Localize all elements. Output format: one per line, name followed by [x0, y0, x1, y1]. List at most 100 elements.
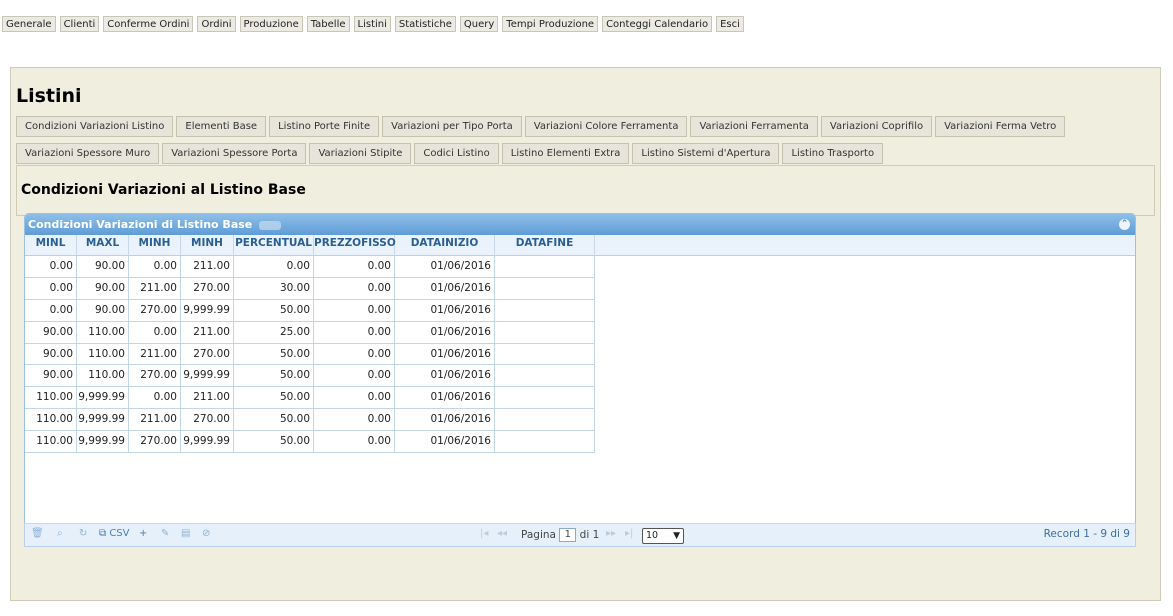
tab-variazioni-ferramenta[interactable]: Variazioni Ferramenta	[690, 116, 818, 137]
menu-item-esci[interactable]: Esci	[716, 16, 744, 32]
table-cell: 90.00	[25, 321, 77, 344]
table-row[interactable]: 110.00 9,999.99 211.00 270.00 50.00 0.00 01/06…	[25, 409, 1135, 432]
table-cell: 9,999.99	[77, 387, 129, 410]
menu-item-produzione[interactable]: Produzione	[239, 16, 303, 32]
tab-listino-trasporto[interactable]: Listino Trasporto	[782, 143, 884, 164]
table-cell: 0.00	[314, 343, 395, 366]
section-box: Condizioni Variazioni al Listino Base	[16, 165, 1155, 216]
table-cell: 01/06/2016	[395, 343, 495, 366]
grid-caption-text: Condizioni Variazioni di Listino Base	[28, 218, 253, 231]
tab-listino-porte-finite[interactable]: Listino Porte Finite	[269, 116, 380, 137]
prev-page-icon[interactable]: ◂◂	[497, 528, 507, 539]
column-header-minl[interactable]: MINL	[25, 235, 77, 256]
edit-icon[interactable]: ✎	[161, 528, 169, 539]
table-cell: 01/06/2016	[395, 409, 495, 432]
table-cell	[495, 256, 595, 278]
top-menu: Generale Clienti Conferme Ordini Ordini Prod…	[2, 16, 744, 32]
menu-item-tabelle[interactable]: Tabelle	[306, 16, 350, 32]
record-info: Record 1 - 9 di 9	[1043, 528, 1130, 540]
column-header-datafine[interactable]: DATAFINE	[495, 235, 595, 256]
chevron-down-icon: ▼	[673, 531, 680, 541]
table-cell	[495, 321, 595, 344]
table-cell: 211.00	[129, 343, 181, 366]
table-cell: 270.00	[129, 431, 181, 454]
first-page-icon[interactable]: |◂	[480, 528, 488, 539]
table-cell: 0.00	[129, 387, 181, 410]
tab-variazioni-stipite[interactable]: Variazioni Stipite	[309, 143, 412, 164]
tab-variazioni-ferma-vetro[interactable]: Variazioni Ferma Vetro	[935, 116, 1066, 137]
menu-item-listini[interactable]: Listini	[353, 16, 391, 32]
csv-export-button[interactable]: ⧉ CSV	[99, 528, 130, 539]
search-icon[interactable]: ⌕	[57, 528, 63, 539]
table-cell: 110.00	[77, 321, 129, 344]
column-header-prezzofisso[interactable]: PREZZOFISSO	[314, 235, 396, 256]
collapse-icon[interactable]: ⌃	[1119, 219, 1130, 230]
rows-per-page-select[interactable]: 10 ▼	[642, 528, 684, 544]
table-cell: 0.00	[25, 299, 77, 322]
tab-condizioni-variazioni-listino[interactable]: Condizioni Variazioni Listino	[16, 116, 174, 137]
table-cell: 9,999.99	[77, 409, 129, 432]
tab-variazioni-spessore-porta[interactable]: Variazioni Spessore Porta	[162, 143, 307, 164]
tab-variazioni-colore-ferramenta[interactable]: Variazioni Colore Ferramenta	[524, 116, 688, 137]
menu-item-generale[interactable]: Generale	[2, 16, 56, 32]
table-cell: 0.00	[314, 299, 395, 322]
table-row[interactable]: 90.00 110.00 0.00 211.00 25.00 0.00 01/06/2016	[25, 321, 1135, 344]
table-cell: 90.00	[77, 256, 129, 278]
next-page-icon[interactable]: ▸▸	[606, 528, 616, 539]
column-header-minh[interactable]: MINH	[129, 235, 181, 256]
cancel-icon[interactable]: ⊘	[202, 528, 210, 539]
menu-item-tempi-produzione[interactable]: Tempi Produzione	[502, 16, 599, 32]
table-cell: 0.00	[314, 409, 395, 432]
menu-item-clienti[interactable]: Clienti	[59, 16, 100, 32]
table-cell: 0.00	[129, 256, 181, 278]
table-cell: 110.00	[25, 409, 77, 432]
table-row[interactable]: 110.00 9,999.99 270.00 9,999.99 50.00 0.00 01/…	[25, 431, 1135, 454]
menu-item-query[interactable]: Query	[459, 16, 499, 32]
table-cell: 0.00	[25, 256, 77, 278]
table-cell: 0.00	[129, 321, 181, 344]
refresh-icon[interactable]: ↻	[79, 528, 87, 539]
table-cell: 01/06/2016	[395, 277, 495, 300]
table-cell: 30.00	[234, 277, 314, 300]
blurred-text	[259, 220, 282, 230]
menu-item-statistiche[interactable]: Statistiche	[394, 16, 456, 32]
table-cell: 0.00	[314, 256, 395, 278]
table-row[interactable]: 90.00 110.00 270.00 9,999.99 50.00 0.00 01/06/…	[25, 365, 1135, 388]
table-cell: 9,999.99	[77, 431, 129, 454]
menu-item-conteggi-calendario[interactable]: Conteggi Calendario	[602, 16, 713, 32]
tab-codici-listino[interactable]: Codici Listino	[414, 143, 499, 164]
page-input[interactable]: 1	[559, 528, 577, 542]
table-row[interactable]: 0.00 90.00 0.00 211.00 0.00 0.00 01/06/2016	[25, 256, 1135, 278]
column-header-datainizio[interactable]: DATAINIZIO	[395, 235, 495, 256]
tabs-row-2: Variazioni Spessore Muro Variazioni Spess…	[16, 143, 884, 164]
column-header-maxl[interactable]: MAXL	[77, 235, 129, 256]
tab-variazioni-per-tipo-porta[interactable]: Variazioni per Tipo Porta	[382, 116, 522, 137]
tab-variazioni-spessore-muro[interactable]: Variazioni Spessore Muro	[16, 143, 160, 164]
add-icon[interactable]: +	[139, 528, 147, 539]
table-cell: 01/06/2016	[395, 256, 495, 278]
column-header-percentual[interactable]: PERCENTUAL	[234, 235, 314, 256]
tab-elementi-base[interactable]: Elementi Base	[176, 116, 267, 137]
tab-listino-elementi-extra[interactable]: Listino Elementi Extra	[501, 143, 630, 164]
rows-per-page-value: 10	[646, 530, 659, 541]
grid-caption: Condizioni Variazioni di Listino Base ⌃	[25, 214, 1135, 235]
table-row[interactable]: 0.00 90.00 270.00 9,999.99 50.00 0.00 01/06/20…	[25, 299, 1135, 322]
table-cell: 211.00	[129, 409, 181, 432]
table-cell: 270.00	[181, 343, 234, 366]
table-row[interactable]: 0.00 90.00 211.00 270.00 30.00 0.00 01/06/2016	[25, 277, 1135, 300]
table-cell: 110.00	[25, 431, 77, 454]
tab-listino-sistemi-d-apertura[interactable]: Listino Sistemi d'Apertura	[632, 143, 780, 164]
last-page-icon[interactable]: ▸|	[625, 528, 633, 539]
save-icon[interactable]: ▤	[181, 528, 190, 539]
table-cell: 110.00	[77, 343, 129, 366]
delete-icon[interactable]: 🗑	[31, 528, 44, 539]
tab-variazioni-coprifilo[interactable]: Variazioni Coprifilo	[820, 116, 933, 137]
table-cell: 50.00	[234, 409, 314, 432]
table-cell: 90.00	[77, 277, 129, 300]
menu-item-ordini[interactable]: Ordini	[197, 16, 236, 32]
column-header-minh[interactable]: MINH	[181, 235, 234, 256]
table-cell: 0.00	[234, 256, 314, 278]
table-row[interactable]: 110.00 9,999.99 0.00 211.00 50.00 0.00 01/06/2…	[25, 387, 1135, 410]
table-row[interactable]: 90.00 110.00 211.00 270.00 50.00 0.00 01/06/20…	[25, 343, 1135, 366]
menu-item-conferme-ordini[interactable]: Conferme Ordini	[103, 16, 194, 32]
